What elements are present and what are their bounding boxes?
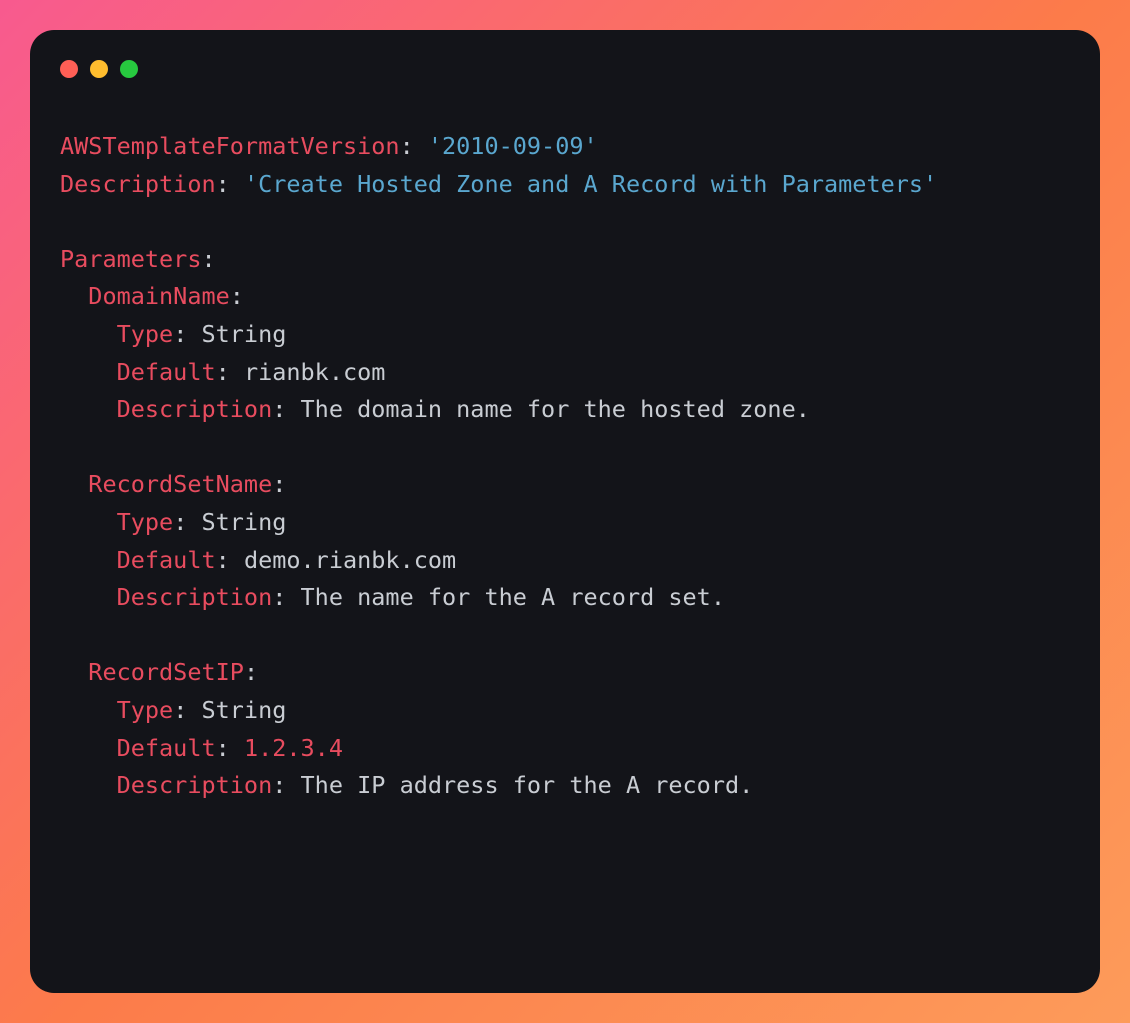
- code-string: '2010-09-09': [428, 132, 598, 160]
- code-punc: :: [272, 470, 286, 498]
- code-value: The IP address for the A record.: [301, 771, 754, 799]
- code-punc: :: [173, 508, 201, 536]
- code-punc: :: [272, 771, 300, 799]
- maximize-icon[interactable]: [120, 60, 138, 78]
- code-key: Default: [117, 546, 216, 574]
- close-icon[interactable]: [60, 60, 78, 78]
- code-punc: :: [400, 132, 428, 160]
- code-punc: :: [201, 245, 215, 273]
- code-punc: :: [173, 696, 201, 724]
- code-punc: :: [173, 320, 201, 348]
- code-key: Default: [117, 358, 216, 386]
- code-key: Parameters: [60, 245, 201, 273]
- code-value: The domain name for the hosted zone.: [301, 395, 810, 423]
- code-key: Default: [117, 734, 216, 762]
- code-punc: :: [216, 170, 244, 198]
- code-punc: :: [244, 658, 258, 686]
- window-titlebar: [30, 60, 1100, 78]
- code-key: Type: [117, 508, 174, 536]
- code-key: AWSTemplateFormatVersion: [60, 132, 400, 160]
- code-punc: :: [272, 395, 300, 423]
- code-window: AWSTemplateFormatVersion: '2010-09-09' D…: [30, 30, 1100, 993]
- code-key: DomainName: [88, 282, 229, 310]
- code-key: Type: [117, 320, 174, 348]
- code-number: 1.2.3.4: [244, 734, 343, 762]
- code-value: String: [201, 508, 286, 536]
- code-key: Description: [117, 395, 273, 423]
- code-string: 'Create Hosted Zone and A Record with Pa…: [244, 170, 937, 198]
- code-punc: :: [230, 282, 244, 310]
- code-punc: :: [216, 546, 244, 574]
- code-key: Description: [117, 771, 273, 799]
- code-key: RecordSetIP: [88, 658, 244, 686]
- code-key: Type: [117, 696, 174, 724]
- minimize-icon[interactable]: [90, 60, 108, 78]
- code-value: rianbk.com: [244, 358, 385, 386]
- code-key: RecordSetName: [88, 470, 272, 498]
- code-block: AWSTemplateFormatVersion: '2010-09-09' D…: [30, 128, 1100, 805]
- code-value: String: [201, 696, 286, 724]
- code-value: demo.rianbk.com: [244, 546, 456, 574]
- code-value: The name for the A record set.: [301, 583, 725, 611]
- code-value: String: [201, 320, 286, 348]
- code-key: Description: [117, 583, 273, 611]
- code-key: Description: [60, 170, 216, 198]
- code-punc: :: [216, 734, 244, 762]
- code-punc: :: [272, 583, 300, 611]
- code-punc: :: [216, 358, 244, 386]
